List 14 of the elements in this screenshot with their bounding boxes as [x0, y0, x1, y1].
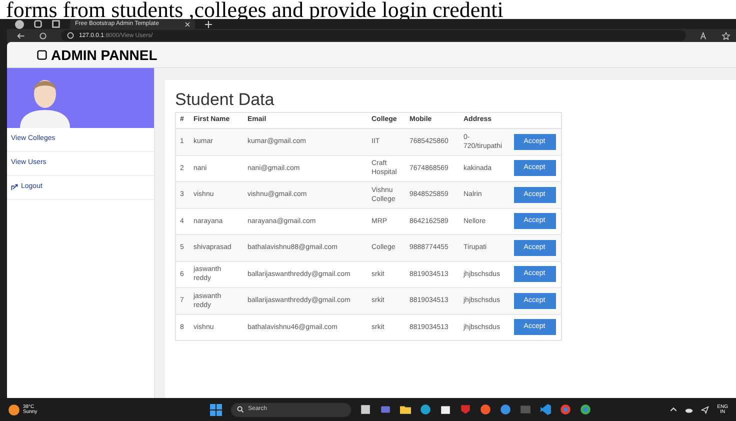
- close-icon[interactable]: [185, 22, 190, 26]
- task-view-icon[interactable]: [360, 404, 371, 415]
- send-icon[interactable]: [701, 406, 710, 414]
- start-icon[interactable]: [210, 404, 222, 416]
- page-heading: Student Data: [175, 90, 276, 110]
- app-title: ADMIN PANNEL: [51, 48, 158, 62]
- shield-icon[interactable]: [460, 404, 471, 415]
- back-icon[interactable]: [17, 32, 25, 40]
- new-tab-icon[interactable]: [205, 20, 212, 28]
- folder-icon[interactable]: [400, 404, 411, 415]
- search-icon: [237, 406, 244, 413]
- chevron-up-icon[interactable]: [670, 406, 678, 413]
- checkbox-icon: [37, 50, 47, 60]
- star-icon[interactable]: [722, 32, 730, 40]
